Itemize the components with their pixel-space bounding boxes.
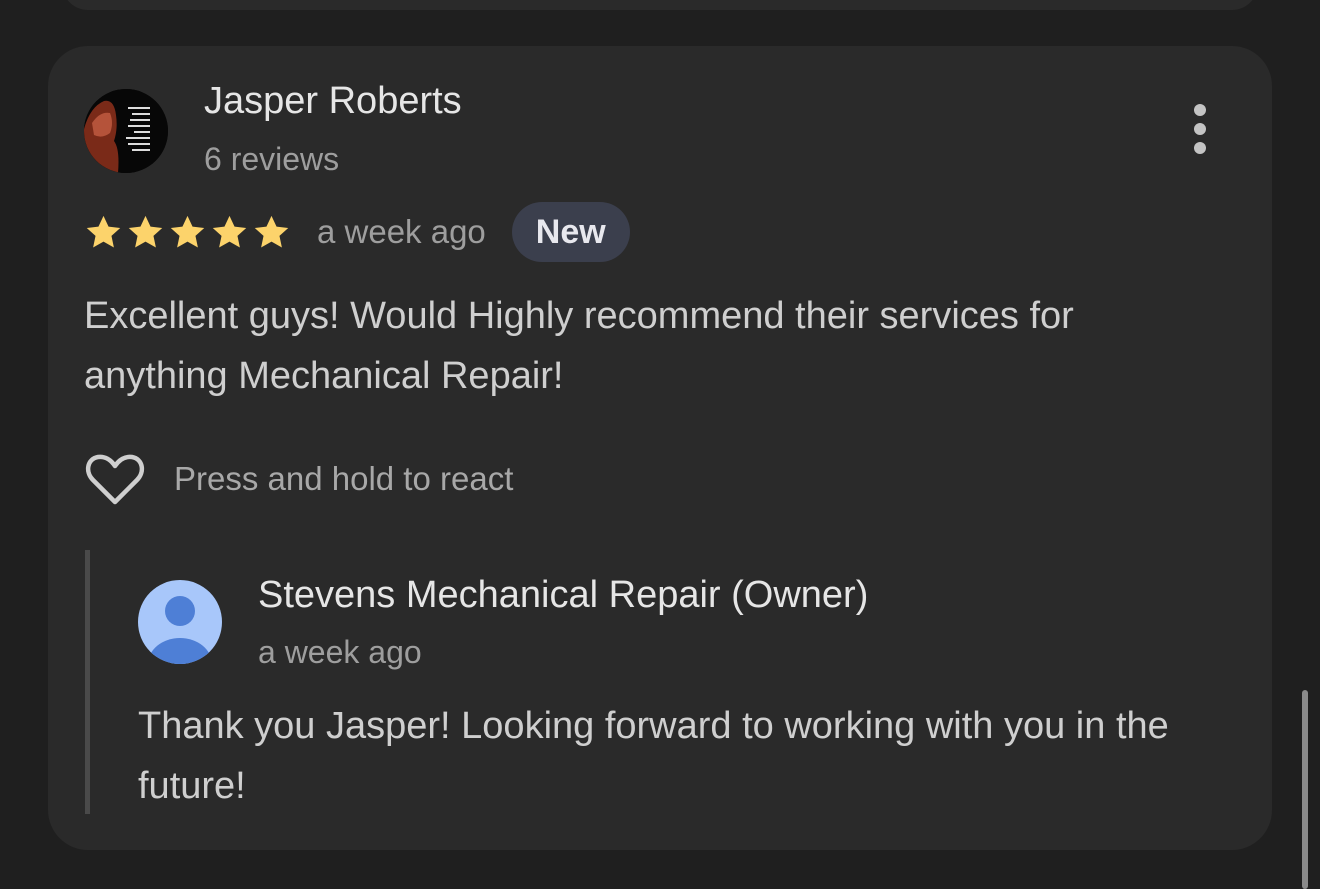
star-icon <box>128 215 163 247</box>
review-text: Excellent guys! Would Highly recommend t… <box>84 295 1074 397</box>
owner-reply-text: Thank you Jasper! Looking forward to wor… <box>138 705 1169 807</box>
heart-outline-icon[interactable] <box>84 448 146 510</box>
rating-row: a week ago New <box>84 202 630 262</box>
author-photo-icon <box>84 89 168 173</box>
owner-reply-time: a week ago <box>258 634 422 670</box>
star-icon <box>170 215 205 247</box>
star-icon <box>86 215 121 247</box>
scrollbar[interactable] <box>1302 690 1308 889</box>
author-review-count[interactable]: 6 reviews <box>204 141 339 178</box>
owner-name: Stevens Mechanical Repair (Owner) <box>258 574 869 616</box>
author-avatar[interactable] <box>84 89 168 173</box>
react-label: Press and hold to react <box>174 460 514 497</box>
review-time: a week ago <box>317 213 486 250</box>
new-badge: New <box>511 202 630 262</box>
review-card: Jasper Roberts 6 reviews a week ago New … <box>48 46 1272 850</box>
default-person-avatar-icon <box>138 580 222 664</box>
previous-review-card <box>62 0 1258 10</box>
more-vertical-icon[interactable] <box>1178 102 1222 156</box>
owner-avatar[interactable] <box>138 580 222 664</box>
owner-reply: Stevens Mechanical Repair (Owner) a week… <box>85 550 1250 814</box>
author-name[interactable]: Jasper Roberts <box>204 80 462 123</box>
star-icon <box>254 215 289 247</box>
react-button[interactable]: Press and hold to react <box>84 448 513 510</box>
star-icon <box>212 215 247 247</box>
star-rating <box>84 213 291 252</box>
